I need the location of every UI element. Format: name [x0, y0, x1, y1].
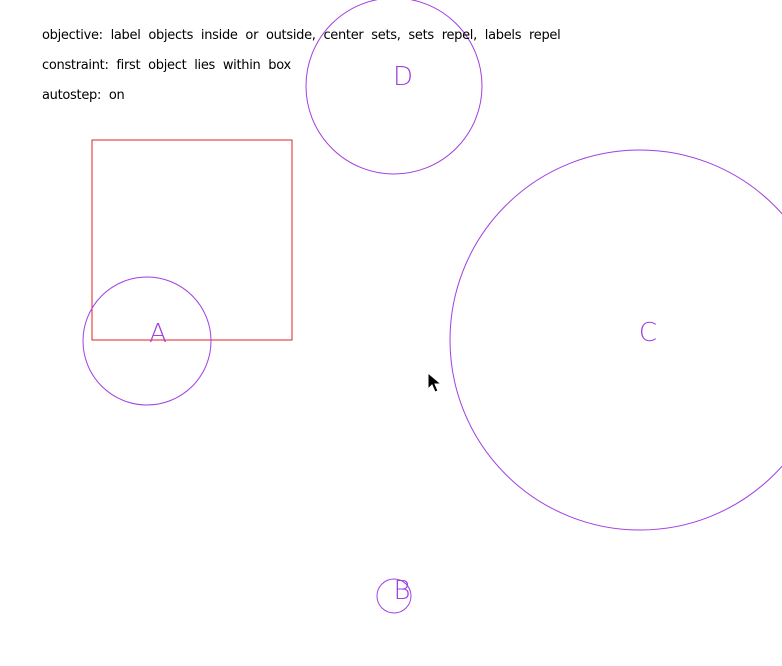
objective-text: objective: label objects inside or outsi…: [42, 28, 561, 43]
set-label-d[interactable]: D: [393, 62, 413, 92]
constraint-text: constraint: first object lies within box: [42, 58, 291, 73]
constraint-box[interactable]: [91, 139, 293, 341]
set-label-c[interactable]: C: [639, 318, 657, 348]
mouse-pointer-icon: [427, 372, 443, 393]
set-circle-c[interactable]: [449, 149, 782, 531]
set-circle-a[interactable]: [82, 276, 212, 406]
autostep-text: autostep: on: [42, 88, 125, 103]
set-label-a[interactable]: A: [149, 319, 167, 349]
set-label-b[interactable]: B: [393, 576, 410, 606]
